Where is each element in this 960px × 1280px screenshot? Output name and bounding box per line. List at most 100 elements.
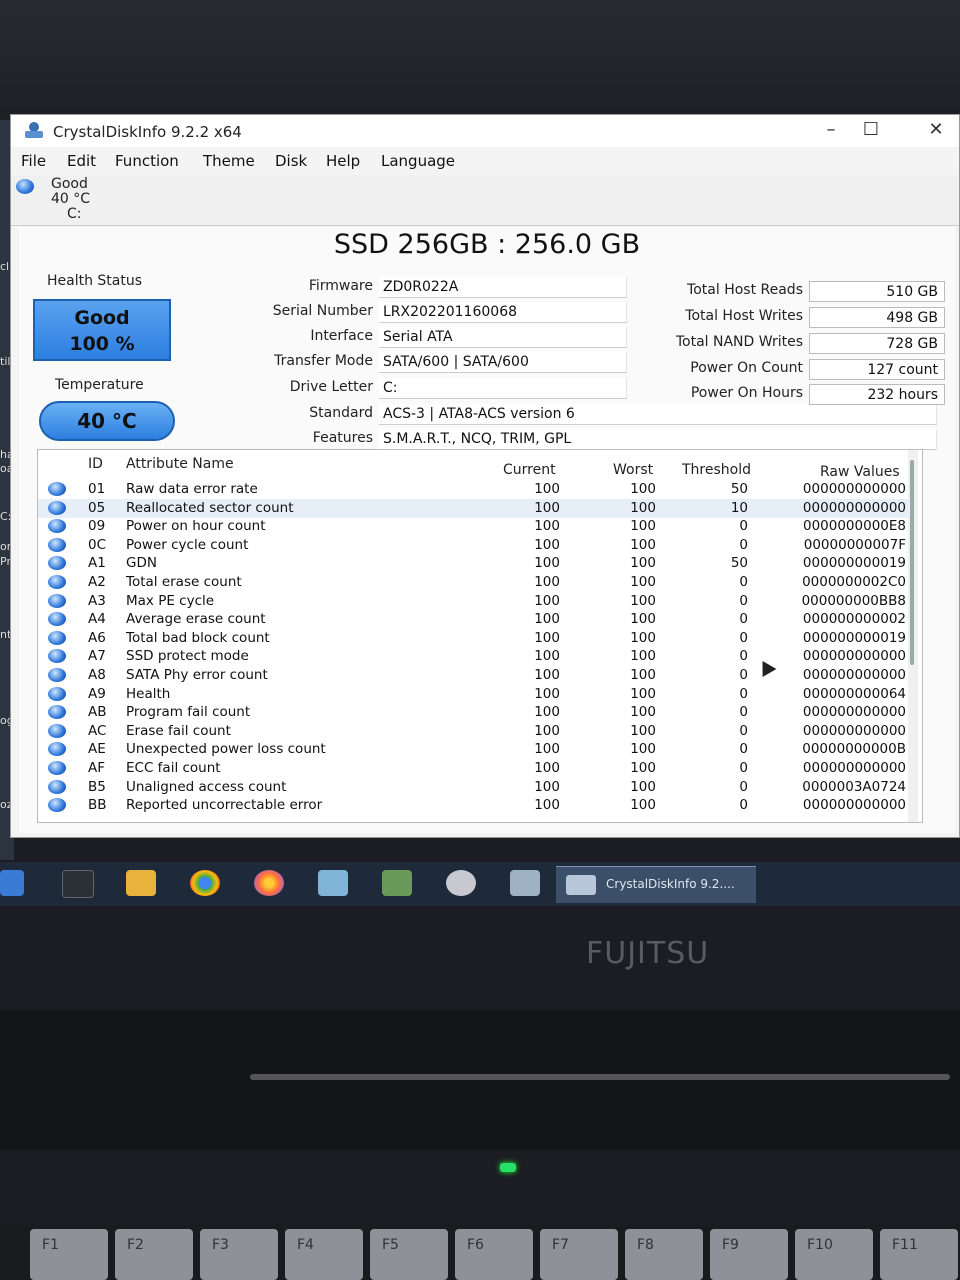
- start-button-icon[interactable]: [0, 870, 24, 896]
- attribute-raw-value: 0000000002C0: [802, 574, 906, 590]
- title-bar[interactable]: CrystalDiskInfo 9.2.2 x64 – ☐ ✕: [11, 115, 959, 147]
- key-f6[interactable]: F6: [455, 1229, 533, 1280]
- maximize-button[interactable]: ☐: [851, 119, 891, 140]
- attribute-current: 100: [534, 797, 560, 814]
- menu-edit[interactable]: Edit: [67, 152, 96, 170]
- key-f11[interactable]: F11: [880, 1229, 958, 1280]
- attribute-status-icon: [48, 593, 66, 608]
- table-row[interactable]: A7 SSD protect mode 100 100 0 000000000000: [38, 647, 908, 666]
- table-row[interactable]: A4 Average erase count 100 100 0 000000000002: [38, 610, 908, 629]
- table-row[interactable]: 01 Raw data error rate 100 100 50 00000000000…: [38, 480, 908, 499]
- table-row[interactable]: A9 Health 100 100 0 000000000064: [38, 685, 908, 704]
- menu-function[interactable]: Function: [115, 152, 179, 170]
- key-f8[interactable]: F8: [625, 1229, 703, 1280]
- attribute-worst: 100: [630, 667, 656, 683]
- crystaldiskinfo-window: CrystalDiskInfo 9.2.2 x64 – ☐ ✕ File Edi…: [10, 114, 960, 838]
- column-header-current[interactable]: Current: [503, 462, 556, 478]
- table-row[interactable]: 05 Reallocated sector count 100 100 10 000000…: [38, 498, 908, 518]
- attribute-status-icon: [48, 742, 66, 757]
- table-row[interactable]: AF ECC fail count 100 100 0 000000000000: [38, 759, 908, 778]
- key-label: F4: [297, 1237, 314, 1253]
- column-header-attribute-name[interactable]: Attribute Name: [126, 456, 234, 472]
- attribute-raw-value: 000000000000: [802, 704, 906, 721]
- table-row[interactable]: 09 Power on hour count 100 100 0 0000000000E8: [38, 517, 908, 536]
- column-header-worst[interactable]: Worst: [613, 462, 653, 478]
- key-label: F9: [722, 1237, 739, 1253]
- attribute-worst: 100: [630, 629, 656, 646]
- paint-icon[interactable]: [382, 870, 412, 896]
- menu-help[interactable]: Help: [326, 152, 360, 170]
- menu-disk[interactable]: Disk: [275, 152, 307, 170]
- menu-language[interactable]: Language: [381, 152, 455, 170]
- key-f2[interactable]: F2: [115, 1229, 193, 1280]
- table-row[interactable]: A8 SATA Phy error count 100 100 0 00000000000…: [38, 666, 908, 685]
- table-row[interactable]: AC Erase fail count 100 100 0 000000000000: [38, 722, 908, 741]
- table-row[interactable]: A1 GDN 100 100 50 000000000019: [38, 554, 908, 573]
- attribute-name: SATA Phy error count: [126, 667, 268, 683]
- disk-tool-icon[interactable]: [446, 870, 476, 896]
- terminal-icon[interactable]: [62, 870, 94, 898]
- table-row[interactable]: A3 Max PE cycle 100 100 0 000000000BB8: [38, 592, 908, 611]
- laptop-hinge: [0, 1010, 960, 1150]
- temperature-badge[interactable]: 40 °C: [39, 401, 175, 441]
- table-scrollbar[interactable]: [908, 450, 918, 822]
- key-label: F10: [807, 1237, 833, 1253]
- key-f10[interactable]: F10: [795, 1229, 873, 1280]
- attribute-current: 100: [534, 760, 560, 776]
- taskbar-crystaldiskinfo[interactable]: CrystalDiskInfo 9.2....: [556, 866, 756, 903]
- menu-file[interactable]: File: [21, 152, 46, 170]
- key-f7[interactable]: F7: [540, 1229, 618, 1280]
- column-header-threshold[interactable]: Threshold: [682, 462, 751, 478]
- attribute-id: 05: [88, 499, 106, 516]
- key-f1[interactable]: F1: [30, 1229, 108, 1280]
- table-row[interactable]: B5 Unaligned access count 100 100 0 0000003A0…: [38, 778, 908, 797]
- attribute-current: 100: [534, 592, 560, 609]
- attribute-name: Power on hour count: [126, 518, 266, 535]
- column-header-id[interactable]: ID: [88, 456, 103, 472]
- file-explorer-icon[interactable]: [126, 870, 156, 896]
- temperature-label: Temperature: [55, 377, 144, 393]
- table-row[interactable]: BB Reported uncorrectable error 100 100 0 000…: [38, 796, 908, 815]
- attribute-threshold: 0: [739, 592, 748, 609]
- attribute-worst: 100: [630, 648, 656, 665]
- chrome-icon[interactable]: [190, 870, 220, 896]
- interface-label: Interface: [310, 328, 373, 344]
- attribute-name: Max PE cycle: [126, 592, 215, 609]
- attribute-status-icon: [48, 686, 66, 701]
- table-row[interactable]: AE Unexpected power loss count 100 100 0 0000…: [38, 740, 908, 759]
- crystaldiskinfo-taskbar-icon: [566, 875, 596, 895]
- scrollbar-thumb[interactable]: [910, 460, 914, 665]
- key-f3[interactable]: F3: [200, 1229, 278, 1280]
- health-status-badge[interactable]: Good 100 %: [33, 299, 171, 361]
- smart-attribute-table[interactable]: ID Attribute Name Current Worst Threshol…: [37, 449, 923, 823]
- attribute-status-icon: [48, 630, 66, 645]
- key-f5[interactable]: F5: [370, 1229, 448, 1280]
- key-f9[interactable]: F9: [710, 1229, 788, 1280]
- power-on-hours-field: 232 hours: [809, 384, 945, 405]
- firefox-icon[interactable]: [254, 870, 284, 896]
- menu-theme[interactable]: Theme: [203, 152, 255, 170]
- attribute-id: BB: [88, 797, 107, 814]
- table-row[interactable]: A2 Total erase count 100 100 0 0000000002C0: [38, 573, 908, 592]
- key-f4[interactable]: F4: [285, 1229, 363, 1280]
- drive-letter-field: C:: [379, 378, 627, 399]
- disk-selector[interactable]: Good 40 °C C:: [11, 175, 959, 226]
- table-row[interactable]: A6 Total bad block count 100 100 0 0000000000…: [38, 629, 908, 648]
- attribute-name: Erase fail count: [126, 722, 231, 739]
- features-field: S.M.A.R.T., NCQ, TRIM, GPL: [379, 429, 937, 450]
- table-row[interactable]: 0C Power cycle count 100 100 0 00000000007F: [38, 536, 908, 555]
- close-button[interactable]: ✕: [916, 119, 956, 140]
- attribute-worst: 100: [630, 518, 656, 535]
- attribute-raw-value: 0000003A0724: [802, 778, 906, 795]
- attribute-raw-value: 000000000000: [802, 648, 906, 665]
- minimize-button[interactable]: –: [811, 119, 851, 140]
- table-row[interactable]: AB Program fail count 100 100 0 000000000000: [38, 703, 908, 722]
- column-header-raw-values[interactable]: Raw Values: [820, 464, 900, 480]
- desktop-icon-label[interactable]: cl: [0, 260, 9, 273]
- firmware-field: ZD0R022A: [379, 277, 627, 298]
- attribute-raw-value: 0000000000E8: [802, 518, 906, 535]
- attribute-threshold: 0: [739, 704, 748, 721]
- calculator-icon[interactable]: [510, 870, 540, 896]
- notepad-icon[interactable]: [318, 870, 348, 896]
- status-led-icon: [500, 1163, 516, 1172]
